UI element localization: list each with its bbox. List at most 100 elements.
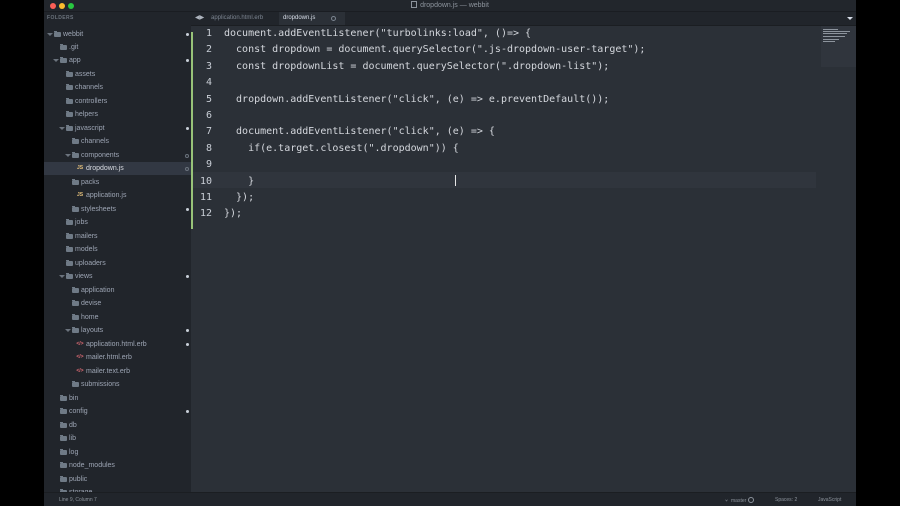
folder-icon bbox=[72, 300, 79, 306]
sidebar-item-controllers[interactable]: controllers bbox=[44, 95, 191, 108]
history-navigation: ◀▶ bbox=[195, 12, 204, 25]
unsaved-indicator-icon bbox=[331, 16, 336, 21]
sidebar-item-label: jobs bbox=[75, 219, 88, 226]
sidebar-item-label: mailers bbox=[75, 233, 98, 240]
sidebar-item-db[interactable]: db bbox=[44, 419, 191, 432]
sidebar-item-mailer-html-erb[interactable]: </> mailer.html.erb bbox=[44, 351, 191, 364]
sidebar-item-label: node_modules bbox=[69, 462, 115, 469]
sidebar-item-channels[interactable]: channels bbox=[44, 81, 191, 94]
sidebar-item-mailers[interactable]: mailers bbox=[44, 230, 191, 243]
sidebar-item-mailer-text-erb[interactable]: </> mailer.text.erb bbox=[44, 365, 191, 378]
folder-icon bbox=[60, 422, 67, 428]
erb-file-icon: </> bbox=[76, 354, 84, 360]
sidebar-item-views-application[interactable]: application bbox=[44, 284, 191, 297]
code-line-1[interactable]: document.addEventListener("turbolinks:lo… bbox=[224, 26, 531, 42]
folder-icon bbox=[60, 462, 67, 468]
git-branch[interactable]: ⑂ master bbox=[725, 497, 755, 504]
sidebar-item-application-js[interactable]: JS application.js bbox=[44, 189, 191, 202]
sidebar-item-javascript[interactable]: javascript bbox=[44, 122, 191, 135]
folder-icon bbox=[72, 381, 79, 387]
sidebar-item-label: public bbox=[69, 476, 88, 483]
code-line-11[interactable]: }); bbox=[224, 190, 254, 206]
current-line-highlight bbox=[191, 172, 816, 188]
sidebar-item-application-html-erb[interactable]: </> application.html.erb bbox=[44, 338, 191, 351]
sidebar-item-views[interactable]: views bbox=[44, 270, 191, 283]
folder-icon bbox=[72, 138, 79, 144]
sidebar-item-packs[interactable]: packs bbox=[44, 176, 191, 189]
minimap-line bbox=[823, 36, 845, 37]
sidebar-item-label: lib bbox=[69, 435, 77, 442]
sidebar-item-label: channels bbox=[75, 84, 104, 91]
sidebar-item-label: components bbox=[81, 152, 120, 159]
window-title-text: dropdown.js — webbit bbox=[420, 2, 489, 9]
sidebar-item-label: webbit bbox=[63, 31, 84, 38]
sidebar-item-app[interactable]: app bbox=[44, 54, 191, 67]
sidebar-item-lib[interactable]: lib bbox=[44, 432, 191, 445]
line-number: 11 bbox=[199, 192, 212, 203]
js-file-icon: JS bbox=[76, 192, 84, 198]
folder-icon bbox=[60, 449, 67, 455]
folder-icon bbox=[66, 111, 73, 117]
minimap-line bbox=[823, 39, 839, 40]
modified-indicator-icon bbox=[186, 410, 189, 413]
code-line-2[interactable]: const dropdown = document.querySelector(… bbox=[224, 42, 645, 58]
sidebar-item-jobs[interactable]: jobs bbox=[44, 216, 191, 229]
sidebar-item-home[interactable]: home bbox=[44, 311, 191, 324]
sidebar-item-webbit[interactable]: webbit bbox=[44, 28, 191, 41]
folder-icon bbox=[72, 327, 79, 333]
sidebar-item-devise[interactable]: devise bbox=[44, 297, 191, 310]
line-number: 1 bbox=[205, 28, 212, 39]
code-editor[interactable]: 1 2 3 4 5 6 7 8 9 10 11 12 document.addE… bbox=[191, 26, 856, 492]
forward-arrow-icon[interactable]: ▶ bbox=[200, 15, 205, 21]
sidebar-item-label: devise bbox=[81, 300, 102, 307]
git-branch-label: master bbox=[731, 498, 747, 504]
chevron-down-icon[interactable] bbox=[847, 17, 853, 20]
sidebar-item-stylesheets[interactable]: stylesheets bbox=[44, 203, 191, 216]
code-line-10[interactable]: } bbox=[224, 174, 254, 190]
folder-icon bbox=[66, 219, 73, 225]
sidebar-item-js-channels[interactable]: channels bbox=[44, 135, 191, 148]
sidebar-item-helpers[interactable]: helpers bbox=[44, 108, 191, 121]
text-cursor bbox=[455, 175, 456, 186]
sidebar-item-node-modules[interactable]: node_modules bbox=[44, 459, 191, 472]
sidebar-item-layouts[interactable]: layouts bbox=[44, 324, 191, 337]
tab-dropdown-js[interactable]: dropdown.js bbox=[279, 12, 345, 25]
sidebar-item-assets[interactable]: assets bbox=[44, 68, 191, 81]
tab-application-html-erb[interactable]: application.html.erb bbox=[208, 12, 281, 25]
syntax-mode[interactable]: JavaScript bbox=[818, 497, 841, 503]
folder-icon bbox=[54, 31, 61, 37]
line-number: 2 bbox=[205, 44, 212, 55]
sidebar-item-submissions[interactable]: submissions bbox=[44, 378, 191, 391]
sidebar-item-components[interactable]: components bbox=[44, 149, 191, 162]
sidebar-item-label: .git bbox=[69, 44, 79, 51]
line-number: 8 bbox=[205, 143, 212, 154]
code-line-7[interactable]: document.addEventListener("click", (e) =… bbox=[224, 124, 495, 140]
line-number: 3 bbox=[205, 61, 212, 72]
chevron-down-icon bbox=[65, 154, 71, 157]
line-number: 10 bbox=[199, 176, 212, 187]
indentation-setting[interactable]: Spaces: 2 bbox=[775, 497, 797, 503]
sidebar-item-label: bin bbox=[69, 395, 79, 402]
line-number: 6 bbox=[205, 110, 212, 121]
sidebar-item-bin[interactable]: bin bbox=[44, 392, 191, 405]
sidebar-item-public[interactable]: public bbox=[44, 473, 191, 486]
modified-indicator-icon bbox=[186, 208, 189, 211]
folder-icon bbox=[66, 260, 73, 266]
code-line-12[interactable]: }); bbox=[224, 206, 242, 222]
sidebar-item-log[interactable]: log bbox=[44, 446, 191, 459]
cursor-position: Line 9, Column 7 bbox=[59, 497, 97, 503]
sidebar-item-models[interactable]: models bbox=[44, 243, 191, 256]
sidebar-item-config[interactable]: config bbox=[44, 405, 191, 418]
sidebar-item-dropdown-js[interactable]: JS dropdown.js bbox=[44, 162, 191, 175]
chevron-down-icon bbox=[53, 59, 59, 62]
modified-indicator-icon bbox=[186, 127, 189, 130]
sidebar-item-git[interactable]: .git bbox=[44, 41, 191, 54]
code-line-3[interactable]: const dropdownList = document.querySelec… bbox=[224, 59, 609, 75]
line-number: 9 bbox=[205, 159, 212, 170]
window-title: dropdown.js — webbit bbox=[44, 1, 856, 9]
code-line-8[interactable]: if(e.target.closest(".dropdown")) { bbox=[224, 141, 459, 157]
sidebar-item-uploaders[interactable]: uploaders bbox=[44, 257, 191, 270]
folder-icon bbox=[66, 98, 73, 104]
minimap[interactable] bbox=[821, 26, 856, 67]
code-line-5[interactable]: dropdown.addEventListener("click", (e) =… bbox=[224, 92, 609, 108]
